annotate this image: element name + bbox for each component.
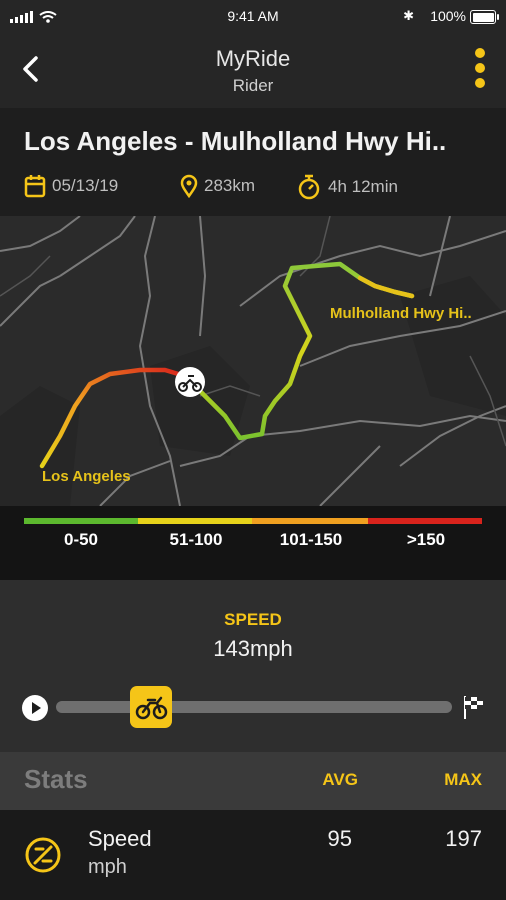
playback-metric-value: 143mph [213,636,293,661]
status-bar: 9:41 AM ✱ 100% [0,0,506,34]
stats-avg-header: AVG [322,770,358,789]
route-duration-text: 4h 12min [328,177,398,196]
legend-range-label: 51-100 [169,530,223,549]
route-map[interactable]: Los Angeles Mulholland Hwy Hi.. [0,216,506,506]
map-start-label: Los Angeles [42,468,131,485]
route-segment-finish [357,275,415,299]
route-date-text: 05/13/19 [52,176,119,195]
play-button[interactable] [22,695,48,721]
playback-panel: SPEED 143mph [0,580,506,752]
speed-legend: 0-50 51-100 101-150 >150 [0,506,506,580]
app-header: MyRide Rider [0,34,506,108]
route-distance: 283km [180,174,256,199]
stat-unit: mph [88,856,127,878]
stat-max-value: 197 [445,826,482,851]
route-date: 05/13/19 [24,174,118,198]
stats-header: Stats AVG MAX [0,752,506,810]
battery-icon [470,10,499,24]
legend-color-bar [24,518,482,524]
battery-percent: 100% [430,8,466,24]
map-end-label: Mulholland Hwy Hi.. [330,305,472,322]
page-title: MyRide [215,46,291,71]
playback-metric-label: SPEED [224,610,282,629]
speedometer-icon [25,837,61,873]
playback-slider-track[interactable] [56,701,452,713]
rider-marker-icon[interactable] [175,367,205,397]
legend-range-label: 0-50 [63,530,99,549]
stat-avg-value: 95 [327,826,352,851]
more-menu-button[interactable] [472,48,488,88]
route-segment-end [182,261,415,441]
route-title: Los Angeles - Mulholland Hwy Hi.. [24,126,447,156]
finish-flag-icon [464,696,483,719]
stats-max-header: MAX [444,770,482,789]
route-duration: 4h 12min [296,174,398,200]
motorcycle-icon [135,696,168,720]
legend-range-label: 101-150 [279,530,343,549]
route-distance-text: 283km [204,176,256,195]
page-subtitle: Rider [232,76,274,95]
stopwatch-icon [298,174,320,200]
stats-title: Stats [24,764,88,794]
stats-row-speed[interactable]: Speed mph 95 197 [0,810,506,900]
stat-name: Speed [88,826,152,851]
calendar-icon [24,175,46,198]
playback-slider-handle[interactable] [130,686,173,728]
legend-range-label: >150 [406,530,446,549]
bluetooth-icon: ✱ [403,8,414,23]
route-info: Los Angeles - Mulholland Hwy Hi.. 05/13/… [0,108,506,216]
map-canvas [0,216,506,506]
location-pin-icon [180,174,198,199]
